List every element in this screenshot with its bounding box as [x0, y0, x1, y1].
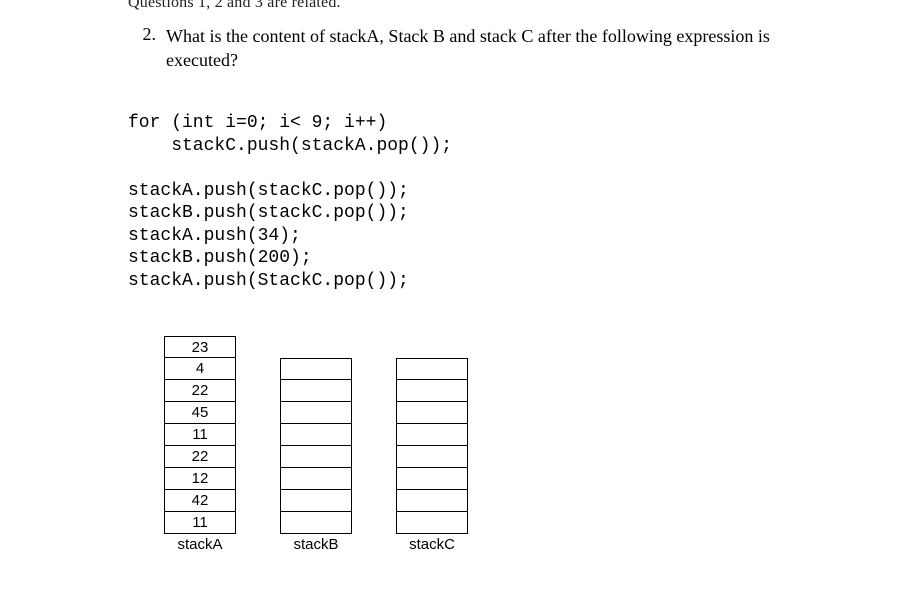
stack-a-label: stackA [177, 536, 222, 553]
code-line: stackA.push(stackC.pop()); [128, 181, 409, 201]
stack-b-label: stackB [293, 536, 338, 553]
question-line-1: What is the content of stackA, Stack B a… [166, 26, 770, 46]
code-block: for (int i=0; i< 9; i++) stackC.push(sta… [128, 112, 452, 292]
stack-a-cell: 45 [164, 402, 236, 424]
stack-c-column: stackC [396, 358, 468, 553]
stack-c-cell [396, 468, 468, 490]
stack-c-cell [396, 424, 468, 446]
stack-b-cell [280, 424, 352, 446]
stack-b-cell [280, 446, 352, 468]
stack-a-cell: 22 [164, 380, 236, 402]
code-line: stackA.push(StackC.pop()); [128, 271, 409, 291]
stack-c-cells [396, 358, 468, 534]
question-line-2: executed? [166, 50, 238, 70]
stack-c-cell [396, 490, 468, 512]
code-line: stackC.push(stackA.pop()); [128, 136, 452, 156]
partial-header-text: Questions 1, 2 and 3 are related. [128, 0, 341, 12]
stack-a-cell: 11 [164, 512, 236, 534]
stack-c-cell [396, 402, 468, 424]
stack-b-cells [280, 358, 352, 534]
question-number: 2. [128, 24, 166, 45]
stack-b-cell [280, 402, 352, 424]
stack-c-cell [396, 446, 468, 468]
question-text: What is the content of stackA, Stack B a… [166, 24, 890, 73]
stack-a-cell: 42 [164, 490, 236, 512]
code-line: stackB.push(stackC.pop()); [128, 203, 409, 223]
stack-b-column: stackB [280, 358, 352, 553]
stack-a-column: 23 4 22 45 11 22 12 42 11 stackA [164, 336, 236, 553]
code-line: stackA.push(34); [128, 226, 301, 246]
stacks-area: 23 4 22 45 11 22 12 42 11 stackA stackB [164, 336, 468, 553]
stack-a-cell: 4 [164, 358, 236, 380]
stack-c-cell [396, 358, 468, 380]
stack-b-cell [280, 358, 352, 380]
question-block: 2. What is the content of stackA, Stack … [128, 24, 890, 73]
stack-c-label: stackC [409, 536, 455, 553]
stack-b-cell [280, 380, 352, 402]
question-row: 2. What is the content of stackA, Stack … [128, 24, 890, 73]
stack-b-cell [280, 490, 352, 512]
stack-a-cell: 23 [164, 336, 236, 358]
stack-c-cell [396, 512, 468, 534]
stack-a-cell: 11 [164, 424, 236, 446]
stack-c-cell [396, 380, 468, 402]
stack-a-cell: 12 [164, 468, 236, 490]
stack-a-cells: 23 4 22 45 11 22 12 42 11 [164, 336, 236, 534]
code-line: for (int i=0; i< 9; i++) [128, 113, 387, 133]
stack-b-cell [280, 512, 352, 534]
stack-b-cell [280, 468, 352, 490]
code-line: stackB.push(200); [128, 248, 312, 268]
stack-a-cell: 22 [164, 446, 236, 468]
